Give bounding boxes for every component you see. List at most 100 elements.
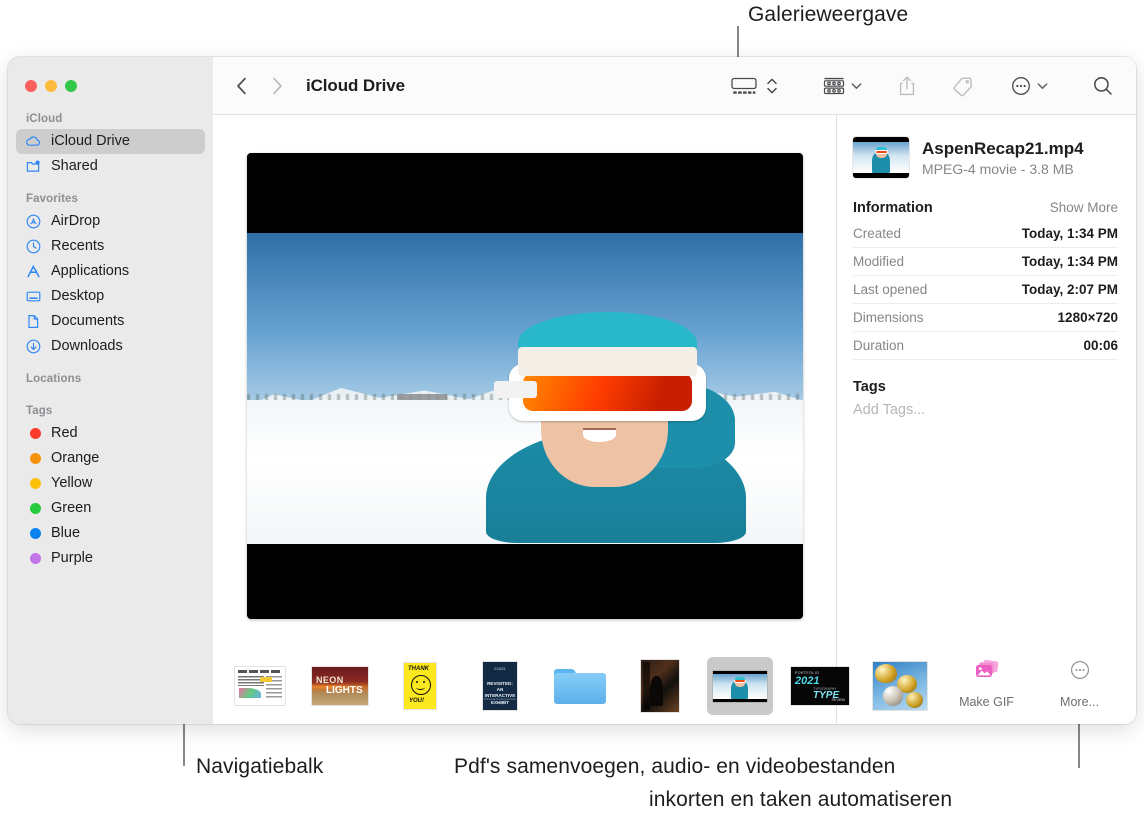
sidebar-section-locations: Locations (8, 373, 213, 389)
preview-inspector: AspenRecap21.mp4 MPEG-4 movie - 3.8 MB I… (836, 115, 1136, 724)
sidebar-item-tag-yellow[interactable]: Yellow (16, 471, 205, 496)
gallery-view: NEON LIGHTS THANK YOU! (213, 115, 836, 724)
sidebar-item-tag-purple[interactable]: Purple (16, 546, 205, 571)
quick-action-more[interactable]: More... (1038, 659, 1122, 709)
info-value: 1280×720 (1058, 310, 1118, 325)
thumbnail-infographic-document[interactable] (227, 657, 293, 715)
sidebar-item-documents[interactable]: Documents (16, 309, 205, 334)
sidebar-group-tags: Tags Red Orange Yellow Green Blue (8, 405, 213, 571)
sidebar-item-downloads[interactable]: Downloads (16, 334, 205, 359)
sidebar-item-tag-red[interactable]: Red (16, 421, 205, 446)
navigation-arrows (233, 75, 285, 97)
airdrop-icon (25, 213, 42, 230)
applications-icon (25, 263, 42, 280)
cloud-icon (25, 133, 42, 150)
callout-quick-actions-label-line1: Pdf's samenvoegen, audio- en videobestan… (454, 755, 895, 779)
forward-button[interactable] (269, 75, 285, 97)
add-tags-field[interactable]: Add Tags... (853, 402, 1118, 418)
info-row-duration: Duration 00:06 (853, 332, 1118, 360)
toolbar: iCloud Drive (213, 57, 1136, 115)
sidebar-item-label: Purple (51, 551, 93, 566)
shared-folder-icon (25, 158, 42, 175)
sidebar-item-label: Orange (51, 451, 99, 466)
info-key: Duration (853, 338, 904, 353)
more-circle-icon (1069, 659, 1091, 686)
thumbnail-neon-lights-poster[interactable]: NEON LIGHTS (307, 657, 373, 715)
info-key: Modified (853, 254, 904, 269)
document-icon (25, 313, 42, 330)
beanie-band (518, 347, 697, 375)
goggle-lens (523, 373, 692, 410)
info-key: Dimensions (853, 310, 924, 325)
show-more-link[interactable]: Show More (1050, 200, 1118, 215)
sidebar-item-label: AirDrop (51, 214, 100, 229)
file-name: AspenRecap21.mp4 (922, 138, 1084, 159)
sidebar-item-applications[interactable]: Applications (16, 259, 205, 284)
tag-color-dot-icon (25, 500, 42, 517)
goggle-strap (494, 381, 537, 398)
sidebar-item-desktop[interactable]: Desktop (16, 284, 205, 309)
inspector-body: AspenRecap21.mp4 MPEG-4 movie - 3.8 MB I… (837, 115, 1136, 648)
sidebar-item-label: Green (51, 501, 91, 516)
sidebar: iCloud iCloud Drive Shared (8, 57, 213, 724)
view-gallery-button[interactable] (730, 71, 758, 101)
tag-color-dot-icon (25, 525, 42, 542)
sidebar-group-locations: Locations (8, 373, 213, 389)
group-by-button[interactable] (822, 71, 862, 101)
share-button[interactable] (898, 71, 916, 101)
video-frame (247, 233, 803, 544)
sidebar-section-tags: Tags (8, 405, 213, 421)
quick-action-label: Make GIF (959, 695, 1014, 709)
thumbnail-aspen-recap-video[interactable] (707, 657, 773, 715)
view-stepper-button[interactable] (766, 71, 778, 101)
sidebar-item-label: iCloud Drive (51, 134, 130, 149)
sidebar-item-label: Desktop (51, 289, 104, 304)
info-value: Today, 2:07 PM (1022, 282, 1118, 297)
thumbnail-silhouette-photo[interactable] (627, 657, 693, 715)
thumbnail-gold-balloons-photo[interactable] (867, 657, 933, 715)
quick-action-make-gif[interactable]: Make GIF (945, 659, 1029, 709)
info-value: 00:06 (1083, 338, 1118, 353)
sidebar-item-label: Downloads (51, 339, 123, 354)
zoom-button[interactable] (65, 80, 77, 92)
thumbnail-thank-you-poster[interactable]: THANK YOU! (387, 657, 453, 715)
clock-icon (25, 238, 42, 255)
back-button[interactable] (233, 75, 249, 97)
sidebar-item-label: Recents (51, 239, 104, 254)
sidebar-group-icloud: iCloud iCloud Drive Shared (8, 113, 213, 179)
preview-pane (213, 115, 836, 648)
thumbnail-exhibit-poster[interactable]: 013021 REVISITED:AN INTERACTIVEEXHIBIT P… (467, 657, 533, 715)
chevron-down-icon (851, 77, 862, 95)
thumbnail-blue-folder[interactable] (547, 657, 613, 715)
sidebar-item-tag-orange[interactable]: Orange (16, 446, 205, 471)
sidebar-item-recents[interactable]: Recents (16, 234, 205, 259)
thumbnail-strip[interactable]: NEON LIGHTS THANK YOU! (213, 648, 836, 724)
information-title: Information (853, 200, 933, 216)
finder-window: iCloud iCloud Drive Shared (8, 57, 1136, 724)
window-controls (8, 57, 213, 95)
sidebar-item-airdrop[interactable]: AirDrop (16, 209, 205, 234)
video-preview[interactable] (247, 153, 803, 619)
close-button[interactable] (25, 80, 37, 92)
sidebar-item-icloud-drive[interactable]: iCloud Drive (16, 129, 205, 154)
sidebar-section-favorites: Favorites (8, 193, 213, 209)
info-value: Today, 1:34 PM (1022, 254, 1118, 269)
search-button[interactable] (1092, 71, 1114, 101)
sidebar-item-shared[interactable]: Shared (16, 154, 205, 179)
more-actions-button[interactable] (1010, 71, 1048, 101)
file-header: AspenRecap21.mp4 MPEG-4 movie - 3.8 MB (853, 137, 1118, 178)
sidebar-item-tag-green[interactable]: Green (16, 496, 205, 521)
info-row-dimensions: Dimensions 1280×720 (853, 304, 1118, 332)
tag-color-dot-icon (25, 450, 42, 467)
tag-button[interactable] (952, 71, 974, 101)
minimize-button[interactable] (45, 80, 57, 92)
sidebar-section-icloud: iCloud (8, 113, 213, 129)
callout-navbar-label: Navigatiebalk (196, 755, 323, 779)
info-key: Created (853, 226, 901, 241)
tag-color-dot-icon (25, 425, 42, 442)
sidebar-item-tag-blue[interactable]: Blue (16, 521, 205, 546)
info-row-created: Created Today, 1:34 PM (853, 220, 1118, 248)
desktop-icon (25, 288, 42, 305)
page-title: iCloud Drive (306, 76, 405, 96)
info-row-last-opened: Last opened Today, 2:07 PM (853, 276, 1118, 304)
